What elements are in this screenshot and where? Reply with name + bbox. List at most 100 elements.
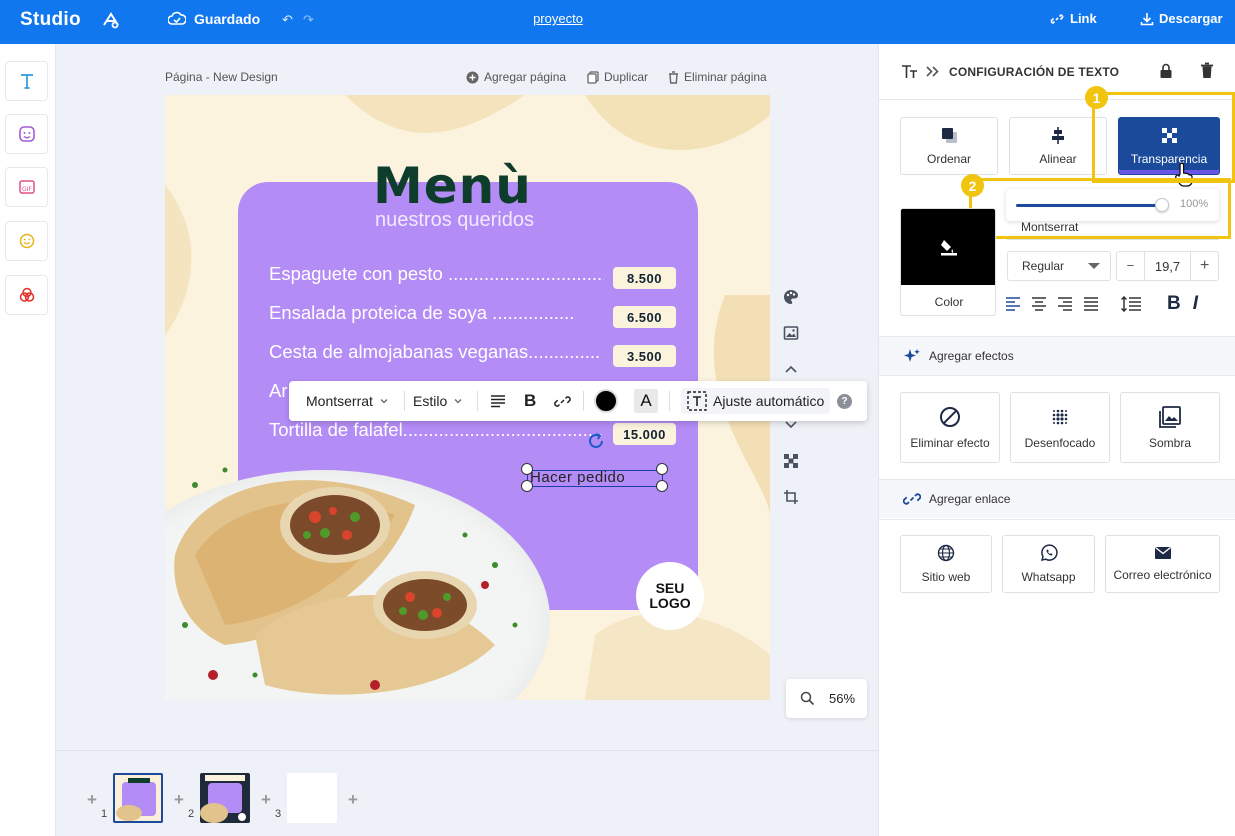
email-link-label: Correo electrónico [1113,568,1212,582]
palette-logo-icon [103,12,119,29]
resize-handle[interactable] [521,480,533,492]
rotate-icon[interactable] [585,430,607,452]
menu-item[interactable]: Espaguete con pesto ....................… [269,263,604,285]
font-size-value[interactable]: 19,7 [1145,259,1191,274]
sticker-tool[interactable] [5,114,48,154]
emoji-tool[interactable] [5,221,48,261]
text-tool[interactable] [5,61,48,101]
transparency-icon[interactable] [782,452,800,470]
resize-handle[interactable] [656,480,668,492]
trash-icon[interactable] [1200,62,1214,79]
text-color-button[interactable] [594,381,618,421]
menu-price[interactable]: 15.000 [613,423,676,445]
align-left-icon[interactable] [1005,297,1021,311]
chevron-down-icon[interactable] [782,416,800,434]
menu-price[interactable]: 3.500 [613,345,676,367]
delete-page-label: Eliminar página [684,70,767,84]
download-icon [1140,12,1154,25]
add-page-button[interactable]: Agregar página [466,70,566,84]
font-select-label: Montserrat [306,393,373,409]
align-left-button[interactable] [490,381,506,421]
page-label: Página - New Design [165,70,278,84]
globe-icon [937,544,955,562]
logo-placeholder[interactable]: SEU LOGO [636,562,704,630]
undo-icon[interactable]: ↶ [282,12,293,28]
add-page-plus-icon[interactable]: + [87,790,97,810]
delete-page-button[interactable]: Eliminar página [668,70,767,84]
align-right-icon[interactable] [1057,297,1073,311]
chevron-up-icon[interactable] [782,360,800,378]
page-thumbnail-2[interactable] [200,773,250,823]
align-label: Alinear [1039,151,1077,166]
bold-button[interactable]: B [1167,293,1181,315]
italic-button[interactable]: I [1193,293,1198,315]
font-weight-select[interactable]: Regular [1007,251,1111,281]
selected-text[interactable]: Hacer pedido [530,469,625,486]
image-icon[interactable] [782,324,800,342]
duplicate-button[interactable]: Duplicar [587,70,648,84]
link-label: Link [1070,11,1097,26]
add-page-plus-icon[interactable]: + [261,790,271,810]
line-height-icon[interactable] [1121,296,1141,312]
link-button[interactable]: Link [1050,11,1097,26]
add-page-plus-icon[interactable]: + [174,790,184,810]
step-badge-1: 1 [1085,86,1108,109]
link-text-button[interactable] [554,381,571,421]
menu-item[interactable]: Ensalada proteica de soya ..............… [269,302,575,324]
redo-icon[interactable]: ↷ [303,12,314,28]
menu-price[interactable]: 8.500 [613,267,676,289]
page-thumbnail-3[interactable] [287,773,337,823]
shadow-effect-button[interactable]: Sombra [1120,392,1220,463]
font-size-stepper[interactable]: − 19,7 + [1116,251,1219,281]
menu-title[interactable]: Menù [373,157,532,215]
effects-header: Agregar efectos [879,337,1235,375]
effects-header-label: Agregar efectos [929,349,1014,363]
align-left-icon [491,395,505,408]
whatsapp-link-button[interactable]: Whatsapp [1002,535,1095,593]
remove-effect-button[interactable]: Eliminar efecto [900,392,1000,463]
resize-handle[interactable] [656,463,668,475]
text-highlight-button[interactable]: A [634,381,658,421]
bold-button[interactable]: B [524,381,536,421]
website-link-label: Sitio web [921,570,971,584]
menu-price[interactable]: 6.500 [613,306,676,328]
order-button[interactable]: Ordenar [900,117,998,175]
size-increase-button[interactable]: + [1190,252,1218,280]
menu-subtitle[interactable]: nuestros queridos [375,209,534,232]
lock-icon[interactable] [1159,63,1173,79]
align-center-text-icon[interactable] [1031,297,1047,311]
gif-tool[interactable]: GIF [5,167,48,207]
save-status[interactable]: Guardado [168,11,260,27]
menu-item[interactable]: Cesta de almojabanas veganas............… [269,341,604,363]
font-weight-label: Regular [1022,259,1065,273]
color-label: Color [934,295,964,309]
project-name[interactable]: proyecto [520,0,596,38]
crop-icon[interactable] [782,488,800,506]
auto-fit-icon [687,391,707,411]
whatsapp-icon [1040,544,1058,561]
color-tool[interactable] [5,275,48,315]
page-thumbnail-1[interactable] [113,773,163,823]
help-button[interactable]: ? [837,381,852,421]
app-logo: Studio [20,9,81,30]
email-link-button[interactable]: Correo electrónico [1105,535,1220,593]
font-family-field[interactable]: Montserrat [1007,214,1219,240]
align-justify-icon[interactable] [1083,297,1099,311]
envelope-icon [1154,546,1171,559]
add-page-plus-icon[interactable]: + [348,790,358,810]
size-decrease-button[interactable]: − [1117,252,1145,280]
link-icon [903,493,921,505]
resize-handle[interactable] [521,463,533,475]
download-button[interactable]: Descargar [1140,11,1223,26]
font-select[interactable]: Montserrat [306,381,389,421]
zoom-control[interactable]: 56% [786,679,867,718]
blur-effect-button[interactable]: Desenfocado [1010,392,1110,463]
website-link-button[interactable]: Sitio web [900,535,992,593]
svg-text:GIF: GIF [22,186,32,193]
auto-fit-button[interactable]: Ajuste automático [681,388,831,414]
menu-item[interactable]: Tortilla de falafel.....................… [269,419,604,441]
chevron-down-icon [380,399,388,404]
color-picker[interactable]: Color [900,208,996,316]
palette-icon[interactable] [782,288,800,306]
style-select[interactable]: Estilo [413,381,463,421]
